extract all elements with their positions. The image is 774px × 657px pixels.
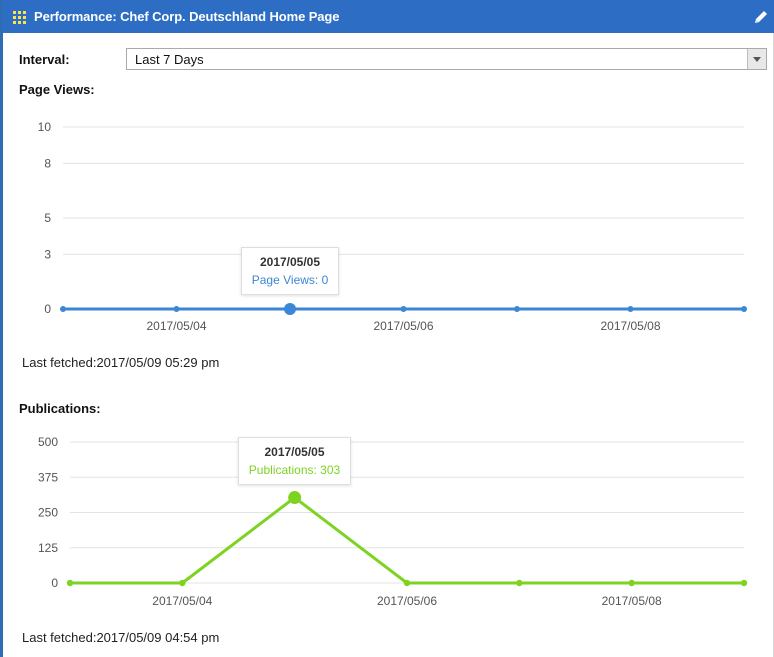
publications-last-fetched: Last fetched:2017/05/09 04:54 pm [22,630,220,645]
interval-label: Interval: [19,52,70,67]
panel-title: Performance: Chef Corp. Deutschland Home… [34,9,340,24]
tooltip-date: 2017/05/05 [259,255,321,269]
y-tick-label: 3 [44,247,51,261]
data-point [740,579,748,587]
y-tick-label: 8 [44,156,51,170]
tooltip-value: Publications: 303 [248,463,341,477]
data-point [628,579,635,587]
y-tick-label: 0 [44,302,51,316]
data-point [514,306,520,312]
publications-tooltip: 2017/05/05 Publications: 303 [238,437,351,485]
y-tick-label: 500 [38,435,58,449]
data-point [627,306,634,312]
data-point [173,306,180,312]
tooltip-date: 2017/05/05 [264,445,325,459]
x-tick-label: 2017/05/08 [600,319,660,333]
data-point [741,306,747,312]
grid-icon[interactable] [13,11,26,24]
publications-chart: 0 125 250 375 500 2017/05/04 2017/05/06 2017/05… [38,435,748,608]
interval-selected-value: Last 7 Days [135,52,204,67]
x-tick-label: 2017/05/06 [373,319,433,333]
pencil-icon[interactable] [752,8,770,26]
x-tick-label: 2017/05/04 [146,319,206,333]
panel-header: Performance: Chef Corp. Deutschland Home… [3,0,774,33]
tooltip-value: Page Views: 0 [251,273,329,287]
y-tick-label: 125 [38,541,58,555]
y-tick-label: 0 [51,576,58,590]
performance-panel: Performance: Chef Corp. Deutschland Home… [0,0,774,657]
highlighted-point [288,491,302,505]
page-views-last-fetched: Last fetched:2017/05/09 05:29 pm [22,355,220,370]
data-point [400,306,407,312]
data-point [516,579,523,587]
x-tick-label: 2017/05/08 [602,594,662,608]
y-tick-label: 375 [38,470,58,484]
y-tick-label: 10 [38,120,52,134]
highlighted-point [284,303,296,315]
x-tick-label: 2017/05/06 [377,594,437,608]
publications-label: Publications: [19,401,101,416]
interval-select[interactable]: Last 7 Days [126,48,767,70]
chevron-down-icon[interactable] [747,49,766,69]
data-point [66,579,74,587]
page-views-tooltip: 2017/05/05 Page Views: 0 [241,247,339,295]
page-views-chart: 0 3 5 8 10 2017/05/04 2017/05/06 2017/05/08 [38,120,747,333]
data-point [179,579,186,587]
page-views-label: Page Views: [19,82,95,97]
y-tick-label: 250 [38,506,58,520]
data-point [403,579,411,587]
x-tick-label: 2017/05/04 [152,594,212,608]
series-line [70,496,744,585]
data-point [60,306,66,312]
y-tick-label: 5 [44,211,51,225]
